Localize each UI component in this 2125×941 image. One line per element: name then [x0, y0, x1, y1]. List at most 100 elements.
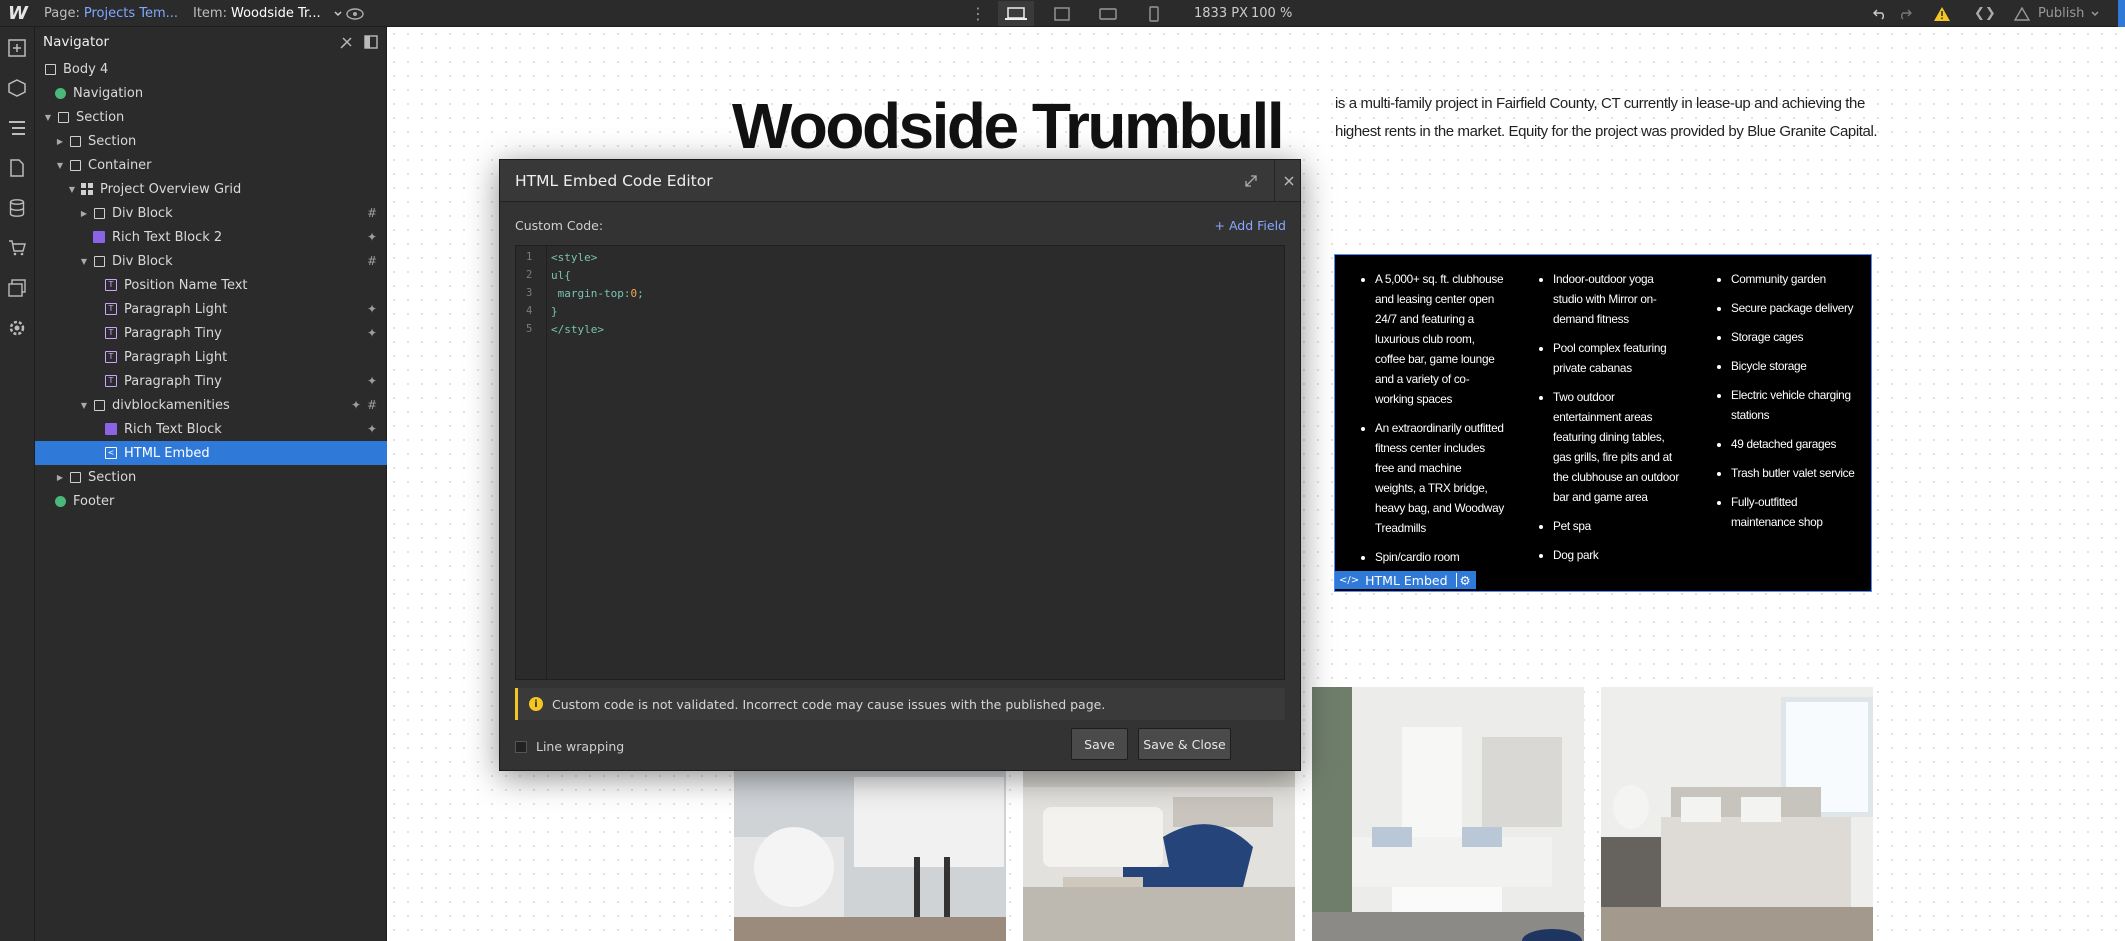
tree-row-label: Paragraph Light: [124, 349, 228, 365]
tree-row-rich-text-block[interactable]: Rich Text Block ✦: [35, 417, 387, 441]
tree-row-section[interactable]: ▶ Section: [35, 465, 387, 489]
caret-down-icon[interactable]: ▼: [43, 113, 53, 122]
expand-icon[interactable]: [1242, 172, 1260, 190]
item-selector[interactable]: Item: Woodside Tr...: [193, 0, 343, 27]
code-line: </style>: [551, 323, 604, 336]
mobile-landscape-icon[interactable]: [1090, 1, 1126, 26]
undo-icon[interactable]: [1873, 0, 1887, 27]
tree-row-label: Rich Text Block 2: [112, 229, 223, 245]
text-icon: T: [104, 350, 118, 364]
caret-right-icon[interactable]: ▶: [79, 209, 89, 218]
ecommerce-cart-icon[interactable]: [6, 237, 28, 259]
line-wrapping-toggle[interactable]: Line wrapping: [515, 739, 624, 754]
tree-row-paragraph-light[interactable]: T Paragraph Light: [35, 345, 387, 369]
dialog-title: HTML Embed Code Editor: [515, 171, 713, 190]
tree-row-container[interactable]: ▼ Container: [35, 153, 387, 177]
tree-row-section[interactable]: ▶ Section: [35, 129, 387, 153]
navigator-icon[interactable]: [6, 117, 28, 139]
tree-row-label: Paragraph Tiny: [124, 373, 222, 389]
tree-row-html-embed[interactable]: < HTML Embed: [35, 441, 387, 465]
tree-row-paragraph-light[interactable]: T Paragraph Light ✦: [35, 297, 387, 321]
selected-element-tag[interactable]: </> HTML Embed ⚙: [1335, 571, 1476, 589]
tree-row-label: Div Block: [112, 253, 173, 269]
tree-row-div-block[interactable]: ▶ Div Block #: [35, 201, 387, 225]
tree-row-paragraph-tiny[interactable]: T Paragraph Tiny ✦: [35, 369, 387, 393]
page-label: Page:: [44, 6, 80, 21]
publish-label: Publish: [2038, 6, 2085, 21]
tree-row-footer[interactable]: Footer: [35, 489, 387, 513]
code-editor[interactable]: 1 2 3 4 5 <style> ul{ margin-top:0; } </…: [515, 245, 1285, 680]
tree-row-rich-text-block-2[interactable]: Rich Text Block 2 ✦: [35, 225, 387, 249]
intro-paragraph[interactable]: is a multi-family project in Fairfield C…: [1335, 90, 1895, 146]
selected-element-label: HTML Embed: [1365, 572, 1448, 588]
pages-icon[interactable]: [6, 157, 28, 179]
amenity-item: Storage cages: [1731, 327, 1861, 347]
save-and-close-button[interactable]: Save & Close: [1138, 728, 1231, 760]
text-icon: T: [104, 326, 118, 340]
line-wrapping-checkbox[interactable]: [515, 740, 527, 753]
mobile-portrait-icon[interactable]: [1136, 1, 1172, 26]
more-options-icon[interactable]: ⋮: [970, 0, 986, 27]
desktop-breakpoint-icon[interactable]: [998, 1, 1034, 26]
caret-down-icon[interactable]: ▼: [55, 161, 65, 170]
grid-child-badge-icon: #: [366, 206, 377, 220]
webflow-logo-icon[interactable]: W: [8, 0, 28, 27]
caret-down-icon[interactable]: ▼: [79, 401, 89, 410]
pin-panel-icon[interactable]: [340, 35, 354, 49]
amenity-item: Community garden: [1731, 269, 1861, 289]
gallery-photo-bedroom[interactable]: [1601, 687, 1873, 941]
design-canvas[interactable]: Woodside Trumbull is a multi-family proj…: [387, 27, 2125, 941]
tree-row-divblockamenities[interactable]: ▼ divblockamenities ✦ #: [35, 393, 387, 417]
caret-right-icon[interactable]: ▶: [55, 473, 65, 482]
caret-down-icon[interactable]: ▼: [67, 185, 77, 194]
embed-icon: <: [104, 446, 118, 460]
settings-gear-icon[interactable]: [6, 317, 28, 339]
cms-icon[interactable]: [6, 197, 28, 219]
amenities-column-3: Community garden Secure package delivery…: [1691, 269, 1869, 591]
symbol-icon: [53, 86, 67, 100]
preview-eye-icon[interactable]: [346, 0, 364, 27]
add-field-button[interactable]: + Add Field: [1215, 218, 1286, 233]
tree-row-body[interactable]: Body 4: [35, 57, 387, 81]
gallery-photo-open-plan[interactable]: [1312, 687, 1584, 941]
save-button[interactable]: Save: [1071, 728, 1128, 760]
page-title[interactable]: Woodside Trumbull: [732, 89, 1285, 163]
zoom-level[interactable]: 100 %: [1251, 0, 1292, 27]
box-icon: [68, 134, 82, 148]
tree-row-label: Paragraph Tiny: [124, 325, 222, 341]
interaction-badge-icon: ✦: [366, 302, 377, 316]
dock-panel-icon[interactable]: [364, 35, 378, 49]
amenities-block[interactable]: A 5,000+ sq. ft. clubhouse and leasing c…: [1334, 254, 1872, 592]
publish-button[interactable]: Publish: [2014, 0, 2100, 27]
code-text: margin-top:: [551, 287, 631, 300]
warning-icon[interactable]: [1933, 0, 1951, 27]
element-settings-gear-icon[interactable]: ⚙: [1455, 573, 1471, 588]
tree-row-project-overview-grid[interactable]: ▼ Project Overview Grid: [35, 177, 387, 201]
tree-row-label: Footer: [73, 493, 115, 509]
caret-down-icon[interactable]: ▼: [79, 257, 89, 266]
tree-row-div-block[interactable]: ▼ Div Block #: [35, 249, 387, 273]
tree-row-paragraph-tiny[interactable]: T Paragraph Tiny ✦: [35, 321, 387, 345]
tablet-landscape-icon[interactable]: [1044, 1, 1080, 26]
interaction-badge-icon: ✦: [366, 326, 377, 340]
add-panel-icon[interactable]: [6, 37, 28, 59]
code-export-icon[interactable]: ❮❯: [1974, 0, 1996, 27]
warning-text: Custom code is not validated. Incorrect …: [552, 696, 1106, 712]
redo-icon[interactable]: [1898, 0, 1912, 27]
close-icon[interactable]: [1274, 160, 1302, 202]
tree-row-position-name-text[interactable]: T Position Name Text: [35, 273, 387, 297]
interaction-badge-icon: ✦: [366, 422, 377, 436]
amenity-item: An extraordinarily outfitted fitness cen…: [1375, 418, 1505, 538]
amenity-item: Dog park: [1553, 545, 1683, 565]
tree-row-label: HTML Embed: [124, 445, 210, 461]
tree-row-section[interactable]: ▼ Section: [35, 105, 387, 129]
amenities-column-2: Indoor-outdoor yoga studio with Mirror o…: [1513, 269, 1691, 591]
tree-row-label: divblockamenities: [112, 397, 230, 413]
tree-row-navigation[interactable]: Navigation: [35, 81, 387, 105]
symbols-icon[interactable]: [6, 77, 28, 99]
assets-icon[interactable]: [6, 277, 28, 299]
amenity-item: Trash butler valet service: [1731, 463, 1861, 483]
page-selector[interactable]: Page: Projects Tem...: [44, 0, 178, 27]
caret-right-icon[interactable]: ▶: [55, 137, 65, 146]
box-icon: [68, 470, 82, 484]
